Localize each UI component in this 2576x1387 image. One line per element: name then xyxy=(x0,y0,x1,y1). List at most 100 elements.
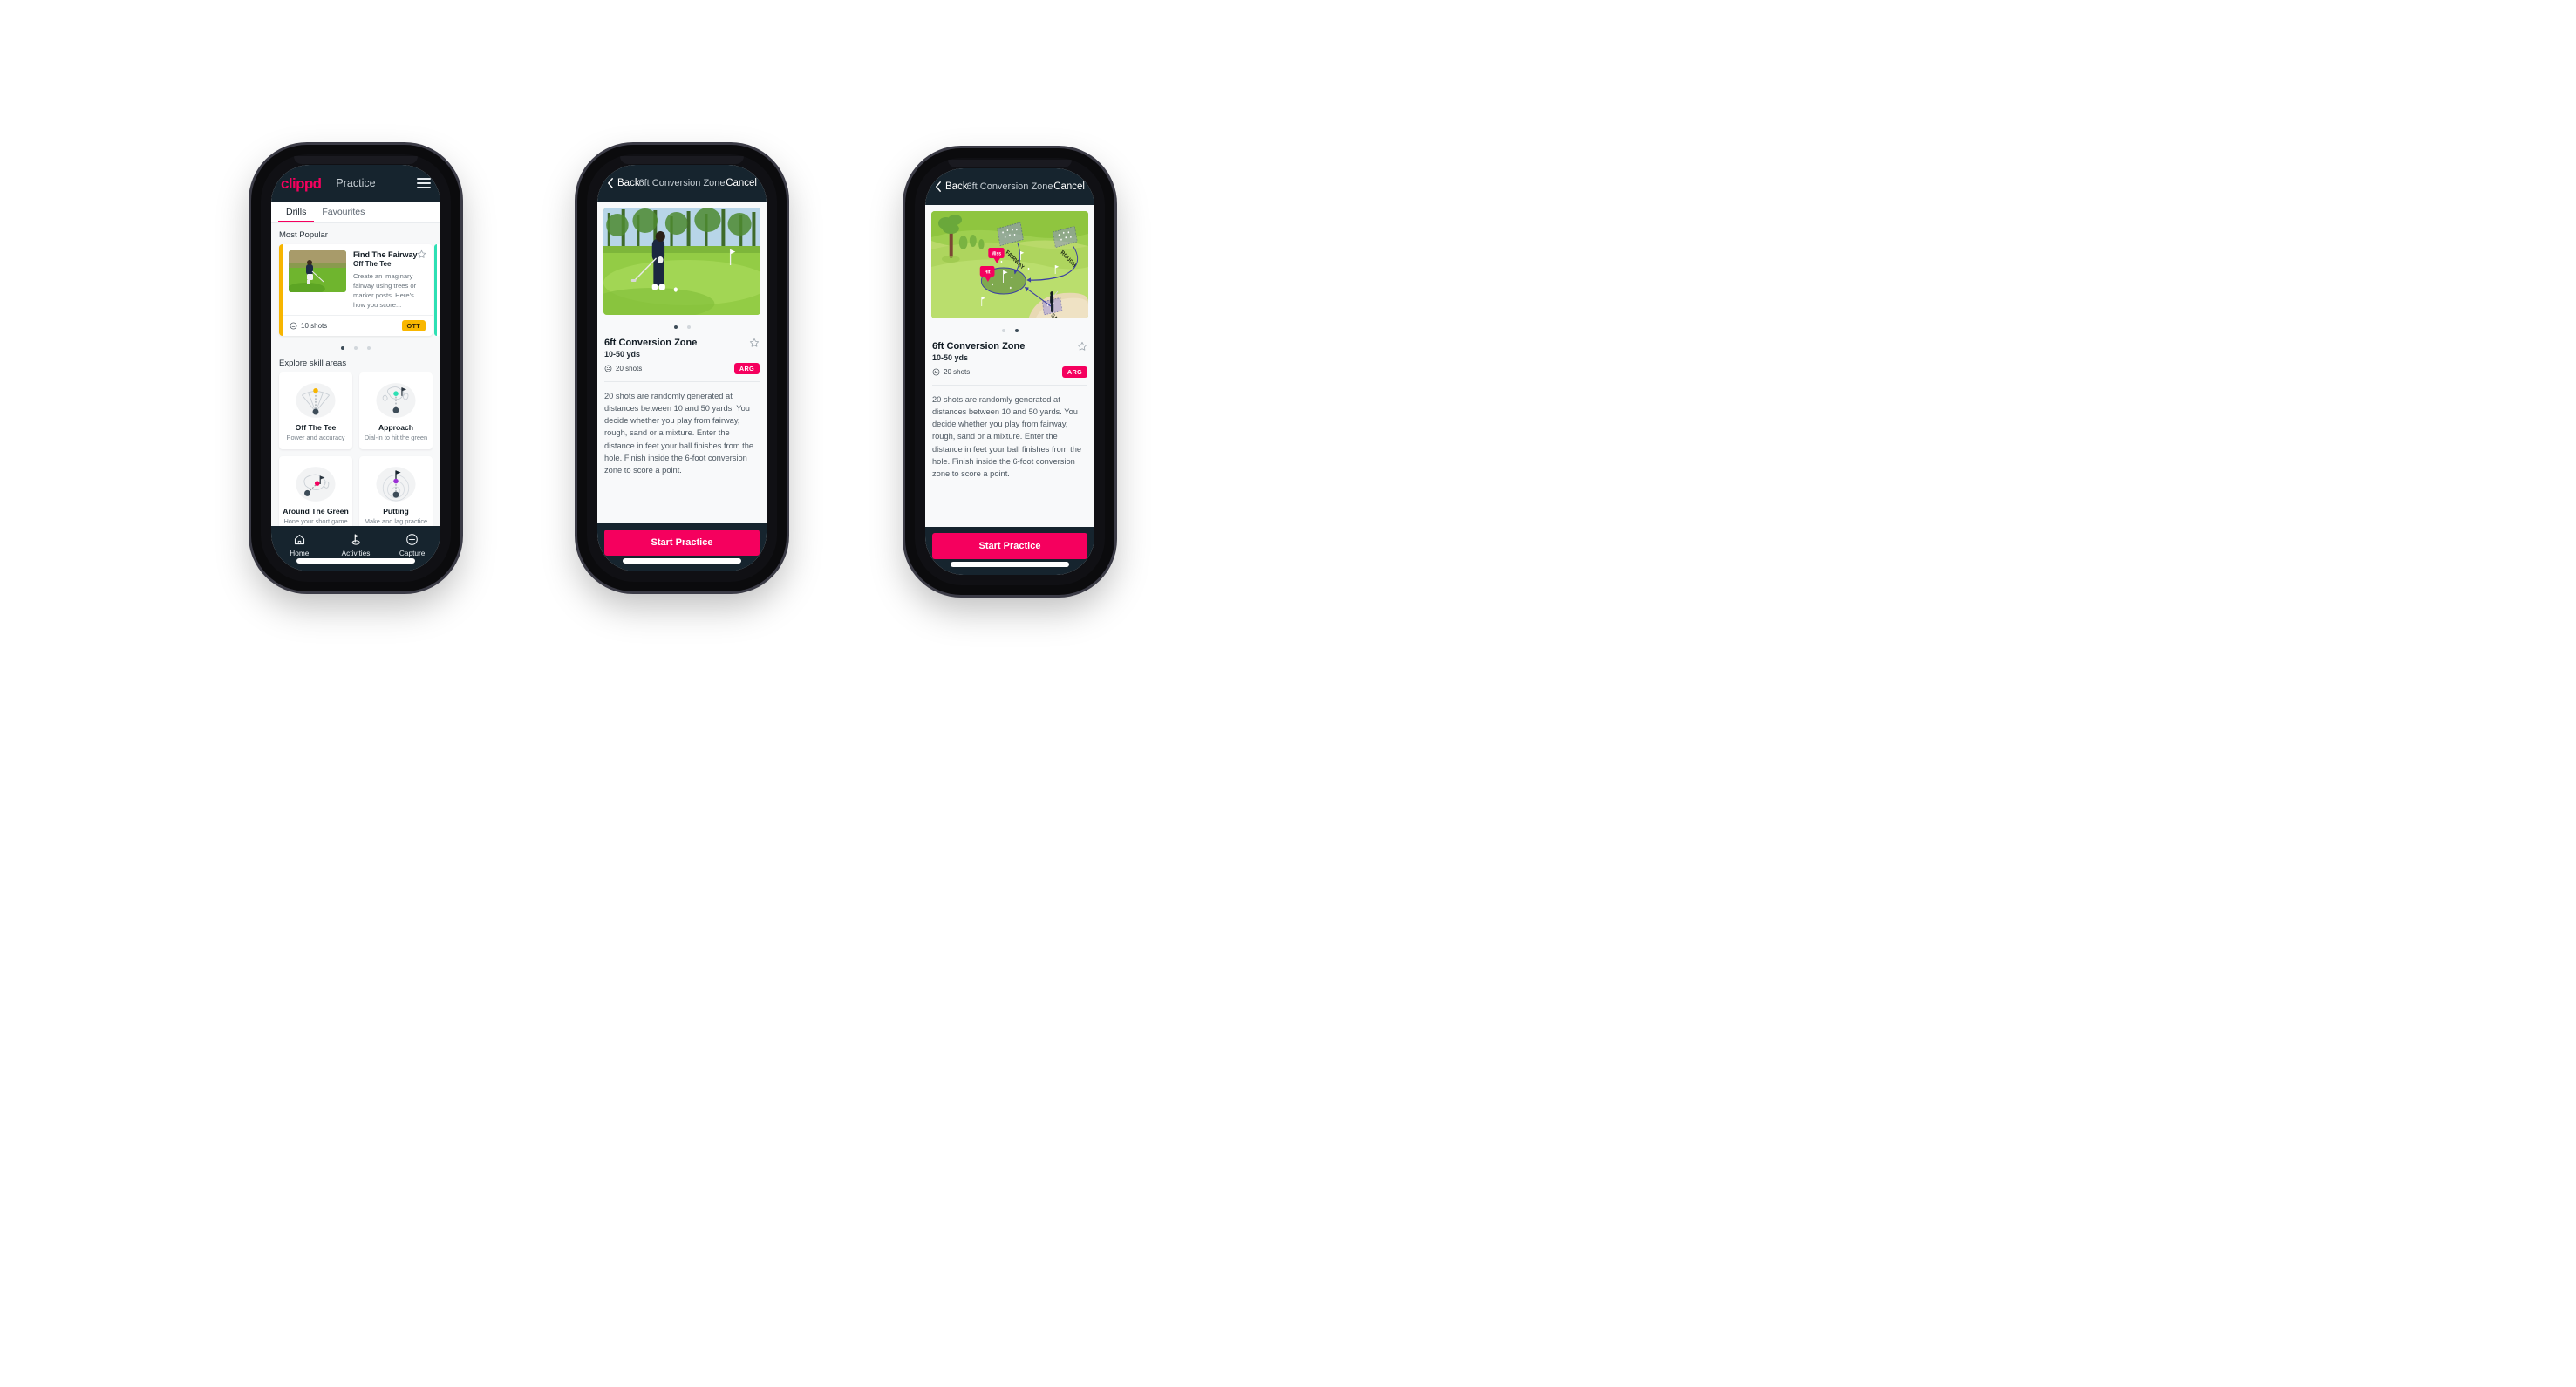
home-indicator xyxy=(296,558,415,564)
skill-name: Around The Green xyxy=(283,507,349,516)
detail-shots-label: 20 shots xyxy=(944,368,971,376)
skill-card-putting[interactable]: Putting Make and lag practice xyxy=(359,456,433,526)
golf-flag-icon xyxy=(351,534,360,545)
chevron-left-icon xyxy=(936,181,941,192)
phone2-screen: Back 6ft Conversion Zone Cancel 6ft Conv… xyxy=(597,165,767,571)
detail-shots: 20 shots xyxy=(932,368,970,376)
drill-card-info: Find The Fairway Off The Tee Create an i… xyxy=(353,249,426,310)
detail-nav-bar: Back 6ft Conversion Zone Cancel xyxy=(597,165,767,202)
drill-description: Create an imaginary fairway using trees … xyxy=(353,272,417,310)
star-outline-icon[interactable] xyxy=(1077,341,1087,352)
svg-text:Hit: Hit xyxy=(985,270,991,276)
tab-drills[interactable]: Drills xyxy=(278,202,315,222)
start-practice-button[interactable]: Start Practice xyxy=(604,530,760,556)
skill-name: Off The Tee xyxy=(295,423,337,433)
detail-drill-title: 6ft Conversion Zone xyxy=(932,341,1026,352)
skill-card-around-the-green[interactable]: Around The Green Hone your short game xyxy=(279,456,352,526)
phone-notch xyxy=(294,156,418,164)
drill-badge-ott: OTT xyxy=(401,320,426,332)
tab-favourites[interactable]: Favourites xyxy=(314,202,372,222)
section-most-popular-title: Most Popular xyxy=(279,230,328,240)
carousel-dot-1[interactable] xyxy=(673,325,678,329)
carousel-dot-2[interactable] xyxy=(686,325,691,329)
skill-name: Approach xyxy=(378,423,414,433)
off-the-tee-icon xyxy=(283,380,349,420)
phone2-content: 6ft Conversion Zone 10-50 yds 20 shots A… xyxy=(597,202,767,523)
phone-device-1: clippd Practice Drills Favourites Most P… xyxy=(251,145,460,591)
detail-header: 6ft Conversion Zone 10-50 yds 20 shots A… xyxy=(925,341,1094,378)
nav-item-capture[interactable]: Capture xyxy=(384,533,440,557)
phone3-screen: Back 6ft Conversion Zone Cancel FAIRWAY … xyxy=(925,168,1094,575)
target-icon xyxy=(290,322,297,330)
drill-shots-label: 10 shots xyxy=(301,322,328,331)
skill-card-off-the-tee[interactable]: Off The Tee Power and accuracy xyxy=(279,372,352,450)
phone-bezel: Back 6ft Conversion Zone Cancel xyxy=(915,158,1105,585)
nav-label: Activities xyxy=(341,549,371,557)
phone1-screen: clippd Practice Drills Favourites Most P… xyxy=(271,165,440,571)
drill-category: Off The Tee xyxy=(353,260,392,269)
home-icon xyxy=(294,534,304,545)
target-icon xyxy=(932,368,940,376)
bottom-navigation: Home Activities Capture xyxy=(271,526,440,571)
detail-nav-bar: Back 6ft Conversion Zone Cancel xyxy=(925,168,1094,205)
skill-area-grid: Off The Tee Power and accuracy Approach … xyxy=(271,372,440,526)
nav-item-home[interactable]: Home xyxy=(271,533,328,557)
drill-shots: 10 shots xyxy=(290,322,327,330)
section-explore-title: Explore skill areas xyxy=(279,359,347,369)
course-diagram[interactable]: FAIRWAY ROUGH SAND xyxy=(931,211,1088,318)
around-the-green-icon xyxy=(283,464,349,504)
carousel-dot-1[interactable] xyxy=(1001,329,1005,332)
carousel-dot-2[interactable] xyxy=(1014,329,1019,332)
carousel-dot-1[interactable] xyxy=(341,346,344,351)
approach-icon xyxy=(363,380,429,420)
cancel-button[interactable]: Cancel xyxy=(1053,181,1085,192)
hamburger-icon[interactable] xyxy=(417,178,431,188)
detail-header: 6ft Conversion Zone 10-50 yds 20 shots A… xyxy=(597,338,767,374)
cta-container: Start Practice xyxy=(597,523,767,571)
cta-container: Start Practice xyxy=(925,527,1094,575)
phone-bezel: clippd Practice Drills Favourites Most P… xyxy=(261,154,451,582)
phone-device-3: Back 6ft Conversion Zone Cancel FAIRWAY … xyxy=(905,148,1114,595)
chevron-left-icon xyxy=(608,178,613,188)
nav-label: Home xyxy=(290,549,310,557)
skill-desc: Power and accuracy xyxy=(286,434,345,442)
plus-circle-icon xyxy=(406,534,419,545)
carousel-dot-2[interactable] xyxy=(354,346,358,351)
drill-photo[interactable] xyxy=(603,208,760,315)
carousel-dots xyxy=(597,315,767,338)
phone1-content: Most Popular Find The Fairway Off The Te… xyxy=(271,223,440,526)
clippd-logo[interactable]: clippd xyxy=(281,176,322,191)
carousel-dot-3[interactable] xyxy=(367,346,371,351)
start-practice-button[interactable]: Start Practice xyxy=(932,533,1087,559)
back-button[interactable]: Back xyxy=(607,178,640,188)
phone-device-2: Back 6ft Conversion Zone Cancel 6ft Conv… xyxy=(577,145,787,591)
skill-name: Putting xyxy=(383,507,409,516)
phone-notch xyxy=(620,156,744,164)
star-outline-icon[interactable] xyxy=(417,249,426,259)
drill-card-find-the-fairway[interactable]: Find The Fairway Off The Tee Create an i… xyxy=(279,244,433,337)
skill-desc: Hone your short game xyxy=(283,517,348,526)
home-indicator xyxy=(951,562,1069,567)
home-indicator xyxy=(623,558,741,564)
app-header: clippd Practice xyxy=(271,165,440,202)
tab-bar: Drills Favourites xyxy=(271,202,440,223)
putting-icon xyxy=(363,464,429,504)
phone3-content: FAIRWAY ROUGH SAND xyxy=(925,205,1094,527)
cancel-button[interactable]: Cancel xyxy=(726,178,757,188)
detail-description: 20 shots are randomly generated at dista… xyxy=(932,395,1082,478)
detail-distance: 10-50 yds xyxy=(932,353,969,362)
nav-item-activities[interactable]: Activities xyxy=(328,533,385,557)
detail-meta-row: 20 shots ARG xyxy=(604,363,760,374)
carousel-next-card-peek[interactable] xyxy=(434,244,440,337)
skill-card-approach[interactable]: Approach Dial-in to hit the green xyxy=(359,372,433,450)
phone-notch xyxy=(948,160,1072,167)
detail-badge-arg: ARG xyxy=(733,363,760,374)
detail-distance: 10-50 yds xyxy=(604,350,641,359)
carousel-dots xyxy=(271,336,440,359)
drill-thumbnail xyxy=(289,250,346,292)
star-outline-icon[interactable] xyxy=(749,338,760,348)
carousel-dots xyxy=(925,318,1094,341)
back-button[interactable]: Back xyxy=(935,181,968,192)
skill-desc: Make and lag practice xyxy=(364,517,428,526)
back-label: Back xyxy=(945,181,968,192)
